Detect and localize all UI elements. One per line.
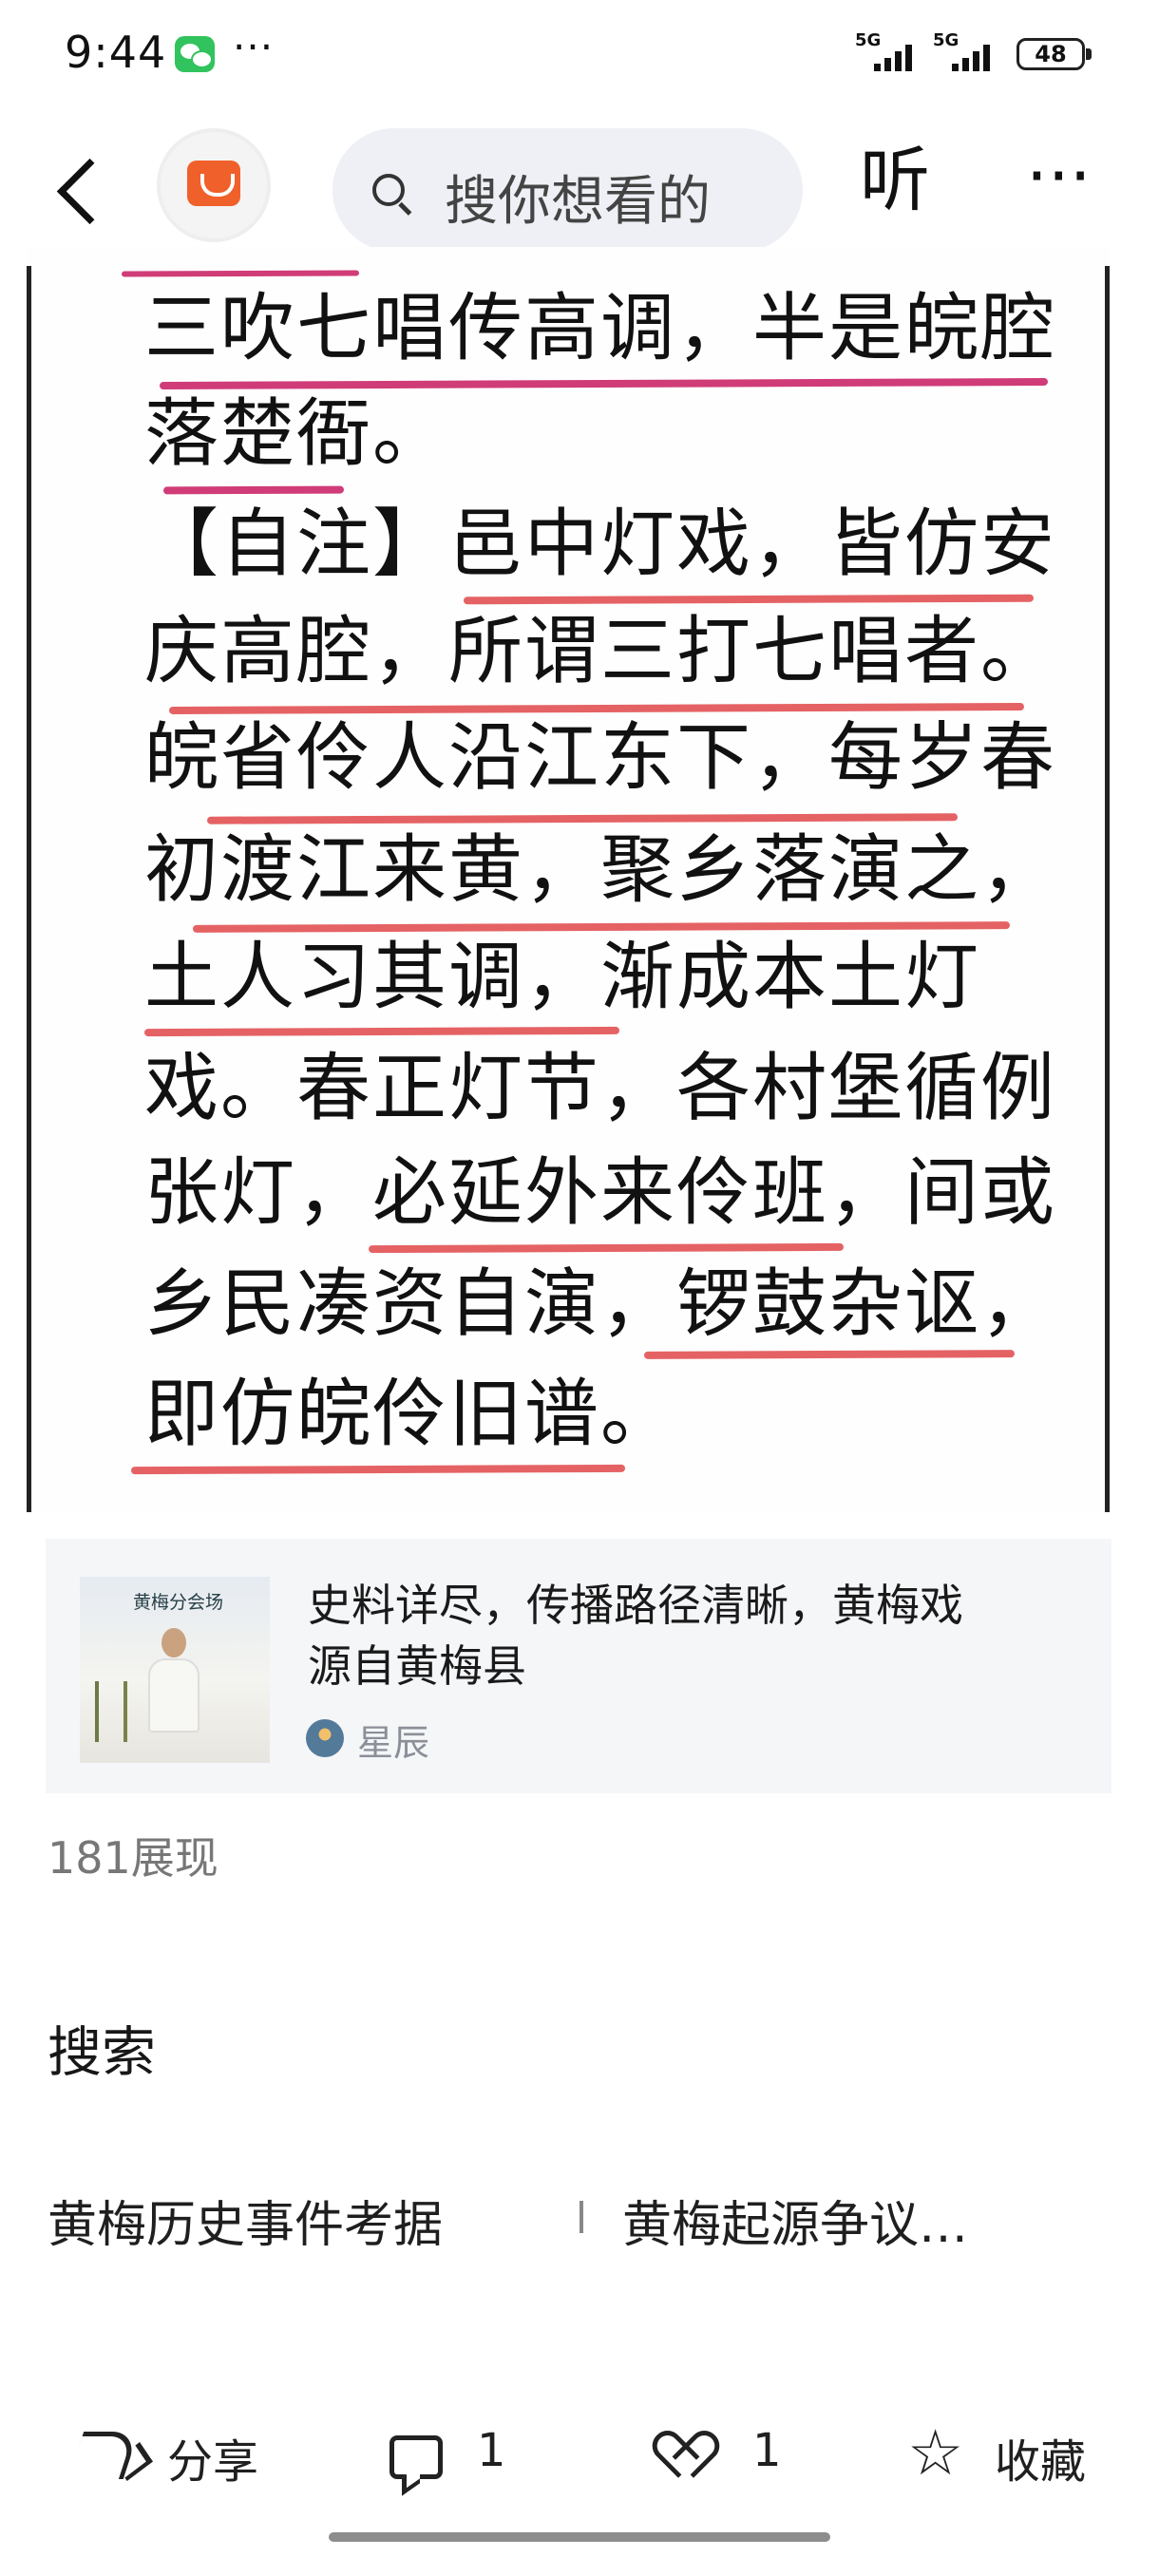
view-count: 181展现 (48, 1832, 218, 1884)
mobile-signal-2: 5G (933, 30, 1007, 76)
article-line-11: 即仿皖伶旧谱。 (144, 1372, 677, 1457)
article-line-4: 庆高腔，所谓三打七唱者。 (144, 609, 1057, 694)
status-time: 9:44 (65, 27, 167, 78)
wechat-icon (175, 36, 215, 72)
home-indicator (329, 2532, 830, 2542)
collect-label: 收藏 (995, 2435, 1087, 2489)
quoted-article-title: 史料详尽，传播路径清晰，黄梅戏 源自黄梅县 (308, 1580, 963, 1692)
quoted-article-thumbnail: 黄梅分会场 (80, 1577, 270, 1763)
search-section-title: 搜索 (48, 2021, 156, 2084)
comment-icon (390, 2435, 443, 2479)
status-more: ··· (233, 24, 275, 70)
search-suggestion-origin[interactable]: 黄梅起源争议… (622, 2185, 968, 2256)
person-body (148, 1658, 200, 1733)
article-line-2: 落楚衙。 (144, 391, 449, 477)
back-button[interactable] (48, 140, 124, 225)
signal-bars-icon (952, 43, 1001, 71)
share-button[interactable]: 分享 (67, 2420, 276, 2496)
author-avatar (306, 1719, 344, 1757)
comment-button[interactable]: 1 (390, 2420, 513, 2496)
comment-count: 1 (477, 2424, 506, 2477)
search-placeholder: 搜你想看的 (445, 171, 711, 233)
signal-bars-icon (874, 43, 923, 71)
share-label: 分享 (167, 2435, 259, 2489)
article-image: 三吹七唱传高调，半是皖腔 落楚衙。 【自注】邑中灯戏，皆仿安 庆高腔，所谓三打七… (27, 247, 1110, 1512)
article-line-9: 张灯，必延外来伶班，间或 (144, 1150, 1057, 1236)
red-gift-bag-icon[interactable] (157, 128, 271, 242)
highlight-stroke (121, 270, 360, 277)
heart-icon (665, 2425, 722, 2480)
person-head (162, 1628, 186, 1657)
article-line-3: 【自注】邑中灯戏，皆仿安 (144, 502, 1057, 587)
status-bar: 9:44 ··· 5G 5G 48 (0, 0, 1159, 109)
author-name: 星辰 (357, 1722, 430, 1764)
highlight-stroke (162, 485, 345, 495)
highlight-stroke (130, 1464, 626, 1475)
article-detail-screen: 9:44 ··· 5G 5G 48 搜你想看的 听 ··· 三吹七唱传高调，半是… (0, 0, 1159, 2576)
star-icon: ☆ (907, 2416, 964, 2490)
listen-button[interactable]: 听 (860, 138, 930, 223)
more-options-icon[interactable]: ··· (1026, 138, 1092, 214)
highlight-stroke (368, 1242, 845, 1254)
article-line-8: 戏。春正灯节，各村堡循例 (144, 1046, 1057, 1131)
highlight-stroke (143, 1026, 620, 1037)
person-image (148, 1628, 200, 1742)
battery-icon: 48 (1016, 38, 1092, 70)
share-icon (67, 2432, 140, 2479)
article-line-10: 乡民凑资自演，锣鼓杂讴， (144, 1261, 1057, 1347)
suggestion-divider (580, 2201, 583, 2233)
article-line-1: 三吹七唱传高调，半是皖腔 (144, 286, 1057, 371)
highlight-stroke (643, 1350, 1016, 1359)
plant-image (95, 1681, 127, 1742)
search-icon (372, 174, 405, 206)
mobile-signal-1: 5G (855, 30, 929, 76)
collect-button[interactable]: ☆ 收藏 (907, 2416, 1107, 2496)
article-line-7: 土人习其调，渐成本土灯 (144, 935, 981, 1020)
search-input[interactable]: 搜你想看的 (332, 128, 803, 252)
like-count: 1 (752, 2424, 782, 2477)
article-line-6: 初渡江来黄，聚乡落演之， (144, 827, 1057, 913)
search-suggestion-history[interactable]: 黄梅历史事件考据 (48, 2185, 443, 2256)
like-button[interactable]: 1 (665, 2420, 788, 2496)
back-arrow-icon (56, 158, 124, 225)
thumbnail-title: 黄梅分会场 (133, 1592, 224, 1613)
article-line-5: 皖省伶人沿江东下，每岁春 (144, 715, 1057, 801)
quoted-article-card[interactable]: 黄梅分会场 史料详尽，传播路径清晰，黄梅戏 源自黄梅县 星辰 (46, 1539, 1112, 1793)
